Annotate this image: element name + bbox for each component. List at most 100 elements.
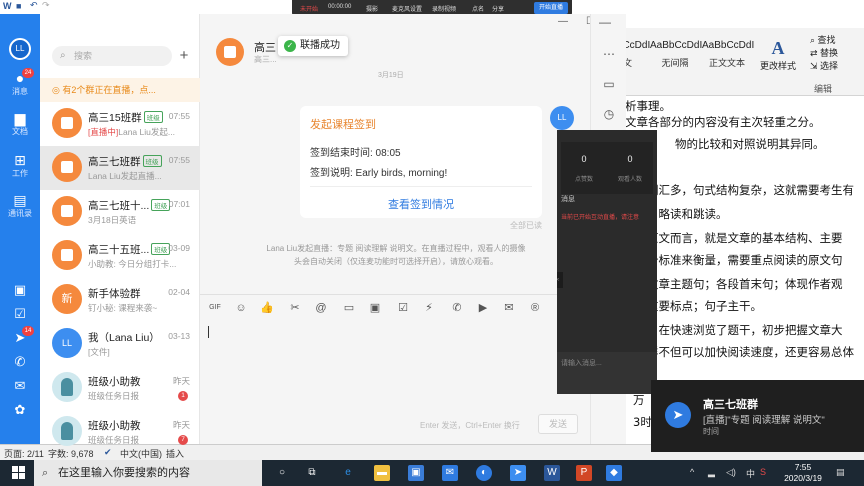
change-style-button[interactable]: A 更改样式	[760, 38, 796, 72]
conversation-item[interactable]: LL 我（Lana Liu） 03-13 [文件]	[40, 322, 200, 366]
select-button[interactable]: ⇲ 选择	[810, 60, 838, 73]
redo-icon[interactable]: ↷	[42, 0, 50, 11]
camera-button[interactable]: 摄影	[366, 4, 378, 13]
calendar-icon[interactable]: ▣	[12, 282, 28, 298]
word-taskbar-icon[interactable]: W	[544, 465, 560, 481]
sidebar-item-work[interactable]: ⊞ 工作	[0, 152, 40, 179]
live-message-input[interactable]: 请输入消息...	[557, 352, 657, 394]
more-apps-icon[interactable]: ✿	[12, 402, 28, 418]
conversation-time: 昨天	[172, 376, 190, 386]
minimize-icon[interactable]: —	[597, 14, 613, 30]
undo-icon[interactable]: ↶	[30, 0, 38, 11]
page-count[interactable]: 页面: 2/11	[4, 447, 44, 460]
cortana-icon[interactable]: ○	[274, 465, 290, 481]
task-view-icon[interactable]: ⧉	[304, 465, 320, 481]
unread-badge: 24	[22, 68, 34, 78]
volume-icon[interactable]: ◁)	[726, 467, 736, 478]
mail-icon[interactable]: ✉	[442, 465, 458, 481]
conversation-item[interactable]: 新 新手体验群 02-04 钉小秘: 课程来袭~	[40, 278, 200, 322]
phone-icon[interactable]: ✆	[12, 354, 28, 370]
messages-tab[interactable]: 消息	[561, 194, 575, 204]
gif-icon[interactable]: GIF	[208, 301, 222, 315]
view-checkin-link[interactable]: 查看签到情况	[300, 196, 542, 212]
folder-icon[interactable]: ▭	[342, 301, 356, 315]
find-button[interactable]: ⌕ 查找	[810, 34, 838, 47]
conversation-item[interactable]: 高三十五班... 班级 03-09 小助教: 今日分组打卡...	[40, 234, 200, 278]
conversation-time: 07:55	[168, 111, 190, 121]
sidebar-item-label: 消息	[12, 87, 28, 96]
history-icon[interactable]: ◷	[601, 106, 617, 122]
redpacket-icon[interactable]: ®	[528, 301, 542, 315]
call-icon[interactable]: ✆	[450, 301, 464, 315]
group-avatar[interactable]	[216, 38, 244, 66]
message-input[interactable]: Enter 发送，Ctrl+Enter 换行 发送	[200, 318, 590, 444]
send-button[interactable]: 发送	[538, 414, 578, 434]
conversation-item[interactable]: 高三七班十... 班级 07:01 3月18日英语	[40, 190, 200, 234]
rollcall-button[interactable]: 点名	[472, 4, 484, 13]
self-avatar: LL	[52, 328, 82, 358]
like-icon[interactable]: 👍	[260, 301, 274, 315]
sidebar-item-messages[interactable]: ● 消息	[0, 70, 40, 97]
mention-icon[interactable]: @	[314, 301, 328, 315]
quick-access-toolbar[interactable]: W ■ ↶ ↷	[0, 0, 60, 14]
edge-icon[interactable]: e	[340, 465, 356, 481]
slides-icon[interactable]: P	[576, 465, 592, 481]
screen: W ■ ↶ ↷ AaBbCcDdI 正文 AaBbCcDdI 无间隔 AaBbC…	[0, 0, 864, 486]
conversation-item[interactable]: 班级小助教 昨天 班级任务日报 1	[40, 366, 200, 410]
toast-notification[interactable]: ➤ 高三七班群 [直播]"专题 阅读理解 说明文" 时间	[651, 380, 864, 452]
checkin-end-time: 签到结束时间: 08:05	[310, 148, 401, 159]
ding-icon[interactable]: ⚡	[422, 301, 436, 315]
share-button[interactable]: 分享	[492, 4, 504, 13]
conversation-item[interactable]: 班级小助教 昨天 班级任务日报 7	[40, 410, 200, 454]
style-no-spacing[interactable]: AaBbCcDdI 无间隔	[650, 40, 702, 69]
live-groups-notice[interactable]: ◎ 有2个群正在直播，点...	[40, 78, 200, 102]
app-icon-2[interactable]: ◆	[606, 465, 622, 481]
emoji-icon[interactable]: ☺	[234, 301, 248, 315]
conversation-item[interactable]: 高三15班群 班级 07:55 [直播中]Lana Liu发起...	[40, 102, 200, 146]
tray-chevron-icon[interactable]: ^	[690, 467, 694, 477]
sidebar-item-contacts[interactable]: ▤ 通讯录	[0, 192, 40, 219]
dingtalk-taskbar-icon[interactable]: ➤	[510, 465, 526, 481]
sogou-icon[interactable]: S	[760, 467, 766, 477]
live-icon[interactable]: ▶	[476, 301, 490, 315]
replace-button[interactable]: ⇄ 替换	[810, 47, 838, 60]
start-live-button[interactable]: 开始直播	[534, 2, 568, 14]
collapse-handle[interactable]: ‹	[557, 272, 563, 288]
user-avatar[interactable]: LL	[9, 38, 31, 60]
search-input[interactable]: ⌕ 搜索	[52, 46, 172, 66]
doc-line: 重要标点；句子主干。	[647, 299, 762, 313]
mail-icon[interactable]: ✉	[502, 301, 516, 315]
chat-title[interactable]: 高三	[254, 39, 276, 55]
conversation-item[interactable]: 高三七班群 班级 07:55 Lana Liu发起直播...	[40, 146, 200, 190]
start-button[interactable]	[12, 466, 26, 480]
taskbar-clock[interactable]: 7:55 2020/3/19	[778, 462, 828, 484]
sender-avatar[interactable]: LL	[550, 106, 574, 130]
app-icon[interactable]: ◐	[476, 465, 492, 481]
calendar-icon[interactable]: ▣	[368, 301, 382, 315]
checkin-message-card[interactable]: 发起课程签到 签到结束时间: 08:05 签到说明: Early birds, …	[300, 106, 542, 218]
doc-line: 样不但可以加快阅读速度，还更容易总体	[647, 345, 854, 359]
ime-icon[interactable]: 中	[746, 467, 755, 480]
mic-settings-button[interactable]: 麦克风设置	[392, 4, 422, 13]
add-button[interactable]: +	[174, 46, 194, 66]
read-status[interactable]: 全部已读	[510, 220, 542, 231]
save-icon[interactable]: ■	[16, 1, 21, 11]
class-tag: 班级	[143, 111, 163, 123]
record-video-button[interactable]: 录制视频	[432, 4, 456, 13]
sidebar-item-docs[interactable]: ▆ 文档	[0, 110, 40, 137]
group-avatar	[52, 196, 82, 226]
minimize-icon[interactable]: —	[558, 16, 568, 27]
change-style-label: 更改样式	[760, 61, 797, 71]
taskbar-search[interactable]: ⌕ 在这里输入你要搜索的内容	[34, 460, 262, 486]
style-body-text[interactable]: AaBbCcDdI 正文文本	[702, 40, 754, 69]
task-icon[interactable]: ☑	[396, 301, 410, 315]
network-icon[interactable]: ▂	[708, 467, 715, 478]
files-icon[interactable]: ▭	[601, 76, 617, 92]
store-icon[interactable]: ▣	[408, 465, 424, 481]
file-explorer-icon[interactable]: ▬	[374, 465, 390, 481]
screenshot-icon[interactable]: ✂	[288, 301, 302, 315]
action-center-icon[interactable]: ▤	[836, 467, 845, 478]
mail-icon[interactable]: ✉	[12, 378, 28, 394]
todo-icon[interactable]: ☑	[12, 306, 28, 322]
more-icon[interactable]: ⋯	[601, 46, 617, 62]
